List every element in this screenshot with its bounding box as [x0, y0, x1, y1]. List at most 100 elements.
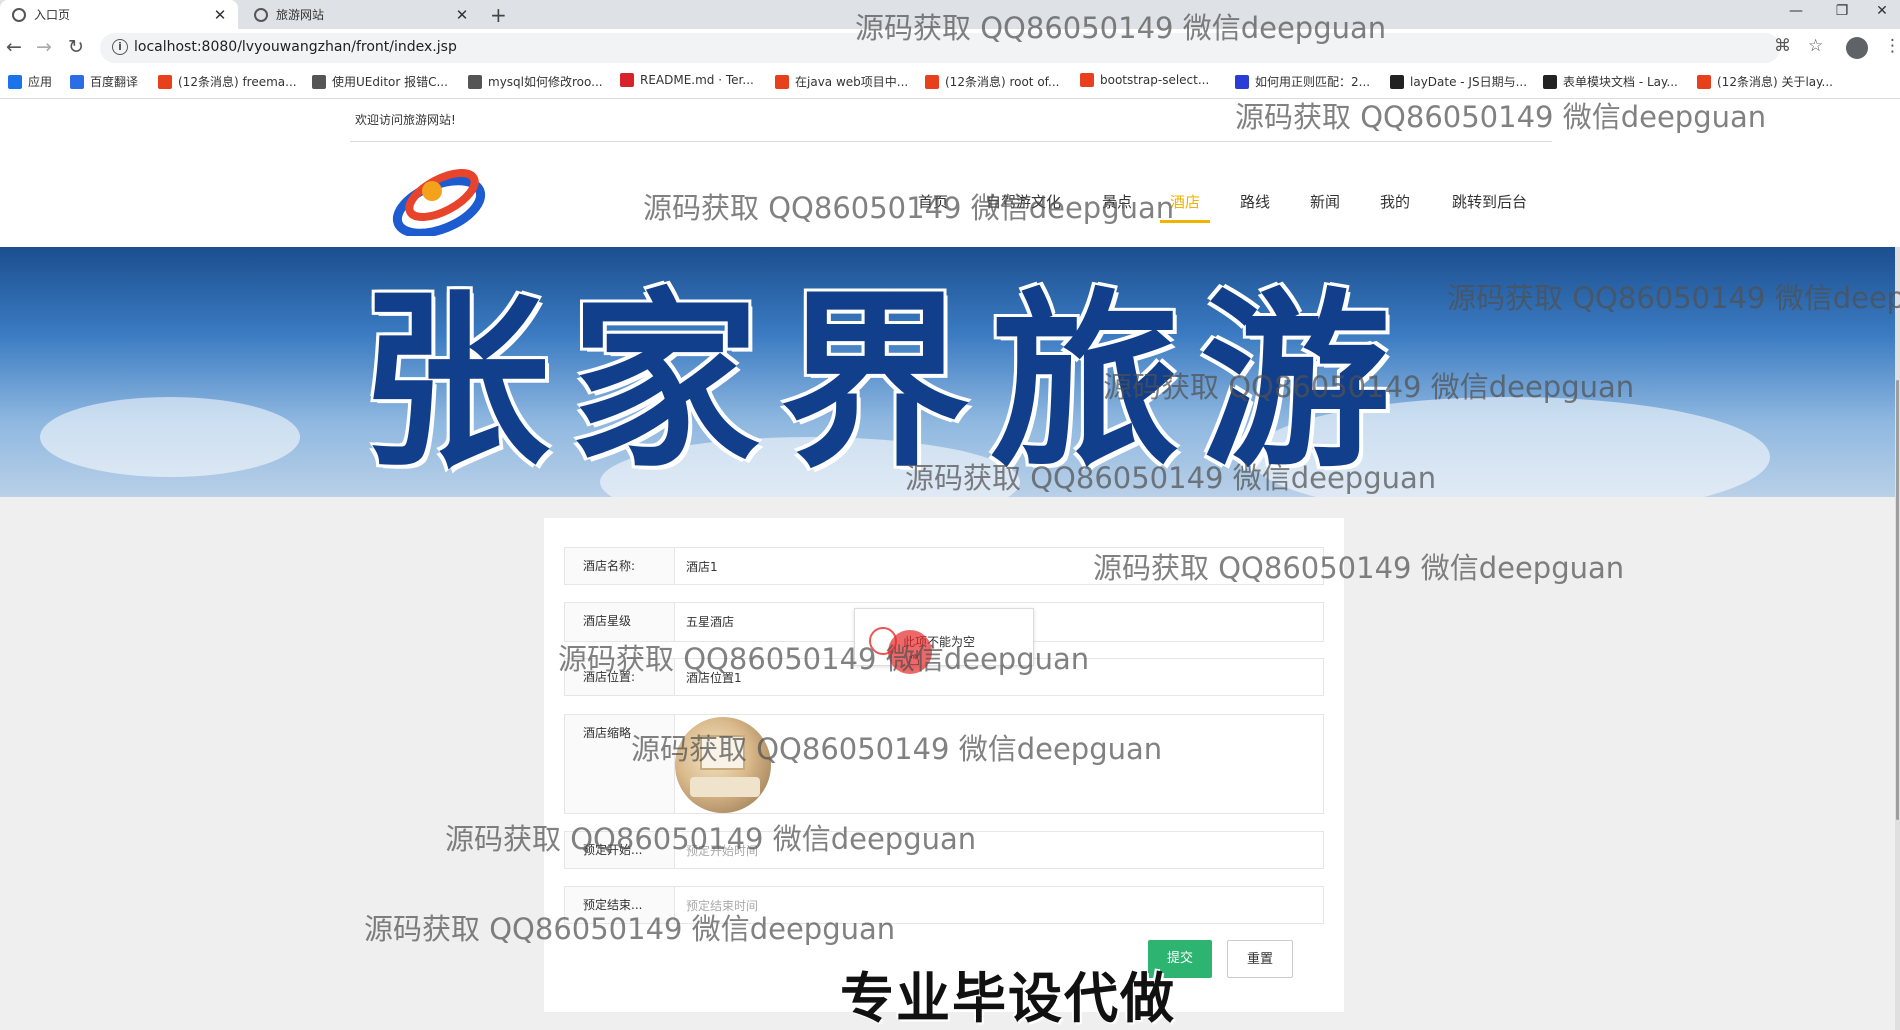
hotel-thumbnail-image[interactable]	[675, 717, 771, 813]
form-row-booking-end: 预定结束... 预定结束时间	[564, 886, 1324, 924]
image-bed-shape	[690, 777, 760, 797]
bookmark-label: 使用UEditor 报错C...	[332, 75, 448, 89]
bookmark-item[interactable]: README.md · Ter...	[620, 73, 754, 87]
nav-item-0[interactable]: 首页	[918, 191, 948, 212]
browser-chrome: 入口页 ✕ 旅游网站 ✕ + — ❐ ✕ ← → ↻ i localhost:8…	[0, 0, 1900, 99]
window-close-icon[interactable]: ✕	[1862, 3, 1900, 19]
hotel-thumbnail-label: 酒店缩略	[565, 715, 675, 813]
booking-end-label: 预定结束...	[565, 887, 675, 923]
bookmark-item[interactable]: 百度翻译	[70, 73, 138, 90]
banner: 张家界旅游	[0, 247, 1895, 497]
tab-entry-page[interactable]: 入口页 ✕	[0, 0, 238, 29]
site-icon	[254, 7, 268, 22]
nav-active-underline	[1160, 220, 1210, 223]
hotel-thumbnail-field	[676, 715, 1323, 813]
tab-title: 旅游网站	[276, 8, 325, 22]
nav-item-6[interactable]: 我的	[1380, 191, 1410, 212]
info-icon[interactable]: i	[112, 39, 128, 55]
hotel-name-field[interactable]: 酒店1	[676, 548, 1323, 584]
site-header: 欢迎访问旅游网站! 首页 自驾游文化 景点 酒店 路线 新闻 我的 跳转到后台	[0, 99, 1900, 247]
bookmark-favicon-icon	[775, 74, 789, 89]
hotel-location-label: 酒店位置:	[565, 659, 675, 695]
bookmark-favicon-icon	[925, 74, 939, 89]
bookmark-favicon-icon	[620, 73, 634, 87]
bookmark-label: 百度翻译	[90, 75, 139, 89]
tab-travel-site[interactable]: 旅游网站 ✕	[242, 0, 480, 29]
bookmark-label: (12条消息) 关于lay...	[1717, 75, 1833, 89]
bookmark-item[interactable]: 使用UEditor 报错C...	[312, 73, 448, 90]
bookmark-item[interactable]: 如何用正则匹配：2...	[1235, 73, 1370, 90]
address-bar: ← → ↻ i localhost:8080/lvyouwangzhan/fro…	[0, 29, 1900, 67]
mouse-cursor-icon: ☝	[908, 646, 921, 670]
bookmark-item[interactable]: bootstrap-select...	[1080, 73, 1209, 87]
form-row-hotel-name: 酒店名称: 酒店1	[564, 547, 1324, 585]
nav-item-4[interactable]: 路线	[1240, 191, 1270, 212]
url-text: localhost:8080/lvyouwangzhan/front/index…	[134, 39, 457, 55]
hotel-name-label: 酒店名称:	[565, 548, 675, 584]
bookmark-label: (12条消息) freema...	[178, 75, 297, 89]
bookmark-item[interactable]: mysql如何修改roo...	[468, 73, 603, 90]
banner-title: 张家界旅游	[360, 270, 1411, 493]
scrollbar-thumb[interactable]	[1896, 380, 1899, 820]
bookmark-favicon-icon	[1697, 74, 1711, 89]
restore-icon[interactable]: ❐	[1822, 3, 1862, 19]
bookmark-favicon-icon	[1543, 74, 1557, 89]
bookmark-item[interactable]: (12条消息) 关于lay...	[1697, 73, 1833, 90]
bookmark-label: 应用	[28, 75, 53, 89]
booking-end-input[interactable]: 预定结束时间	[676, 887, 1323, 923]
menu-kebab-icon[interactable]: ⋮	[1884, 36, 1900, 56]
bookmark-label: 如何用正则匹配：2...	[1255, 75, 1371, 89]
bookmark-label: 表单模块文档 - Lay...	[1563, 75, 1678, 89]
globe-icon	[12, 7, 26, 22]
form-row-booking-start: 预定开始... 预定开始时间	[564, 831, 1324, 869]
ad-overlay-text: 专业毕设代做	[840, 967, 1176, 1030]
close-icon[interactable]: ✕	[212, 6, 228, 24]
bookmark-label: layDate - JS日期与...	[1410, 75, 1528, 89]
booking-start-label: 预定开始...	[565, 832, 675, 868]
bookmark-favicon-icon	[1080, 73, 1094, 87]
reload-icon[interactable]: ↻	[68, 36, 84, 58]
url-field[interactable]: i localhost:8080/lvyouwangzhan/front/ind…	[100, 33, 1780, 63]
bookmark-label: bootstrap-select...	[1100, 73, 1210, 87]
apps-grid-icon	[8, 74, 22, 89]
booking-start-input[interactable]: 预定开始时间	[676, 832, 1323, 868]
bookmark-favicon-icon	[70, 74, 84, 89]
bookmark-item[interactable]: 在java web项目中...	[775, 73, 908, 90]
welcome-text: 欢迎访问旅游网站!	[355, 113, 456, 127]
bookmark-item[interactable]: layDate - JS日期与...	[1390, 73, 1527, 90]
bookmark-item[interactable]: (12条消息) freema...	[158, 73, 297, 90]
translate-icon[interactable]: ⌘	[1774, 36, 1791, 56]
nav-item-2[interactable]: 景点	[1102, 191, 1132, 212]
tab-title: 入口页	[34, 8, 71, 22]
nav-item-1[interactable]: 自驾游文化	[986, 191, 1061, 212]
bookmark-label: README.md · Ter...	[640, 73, 754, 87]
forward-icon[interactable]: →	[36, 36, 52, 58]
profile-avatar-icon[interactable]	[1846, 37, 1868, 59]
hotel-star-label: 酒店星级	[565, 603, 675, 641]
nav-item-3[interactable]: 酒店	[1170, 191, 1200, 212]
bookmark-item[interactable]: 应用	[8, 73, 52, 90]
validation-tooltip: 此项不能为空	[854, 608, 1034, 666]
new-tab-icon[interactable]: +	[490, 3, 507, 27]
bookmark-favicon-icon	[312, 74, 326, 89]
bookmark-item[interactable]: 表单模块文档 - Lay...	[1543, 73, 1678, 90]
bookmark-label: (12条消息) root of...	[945, 75, 1060, 89]
bookmark-label: 在java web项目中...	[795, 75, 909, 89]
bookmarks-bar: 应用 百度翻译 (12条消息) freema... 使用UEditor 报错C... m…	[0, 67, 1900, 99]
nav-item-5[interactable]: 新闻	[1310, 191, 1340, 212]
image-window-shape	[700, 735, 745, 770]
reset-button[interactable]: 重置	[1227, 940, 1293, 978]
minimize-icon[interactable]: —	[1776, 3, 1816, 19]
close-icon[interactable]: ✕	[454, 6, 470, 24]
bookmark-favicon-icon	[158, 74, 172, 89]
bookmark-item[interactable]: (12条消息) root of...	[925, 73, 1059, 90]
hotel-booking-form: 酒店名称: 酒店1 酒店星级 五星酒店 酒店位置: 酒店位置1 酒店缩略 预定开…	[544, 518, 1344, 1012]
back-icon[interactable]: ←	[6, 36, 22, 58]
nav-item-7[interactable]: 跳转到后台	[1452, 191, 1527, 212]
star-icon[interactable]: ☆	[1808, 36, 1823, 56]
tab-strip: 入口页 ✕ 旅游网站 ✕ + — ❐ ✕	[0, 0, 1900, 29]
site-logo[interactable]	[392, 161, 487, 236]
cloud-shape	[40, 397, 300, 477]
bookmark-favicon-icon	[1390, 74, 1404, 89]
bookmark-favicon-icon	[1235, 74, 1249, 89]
